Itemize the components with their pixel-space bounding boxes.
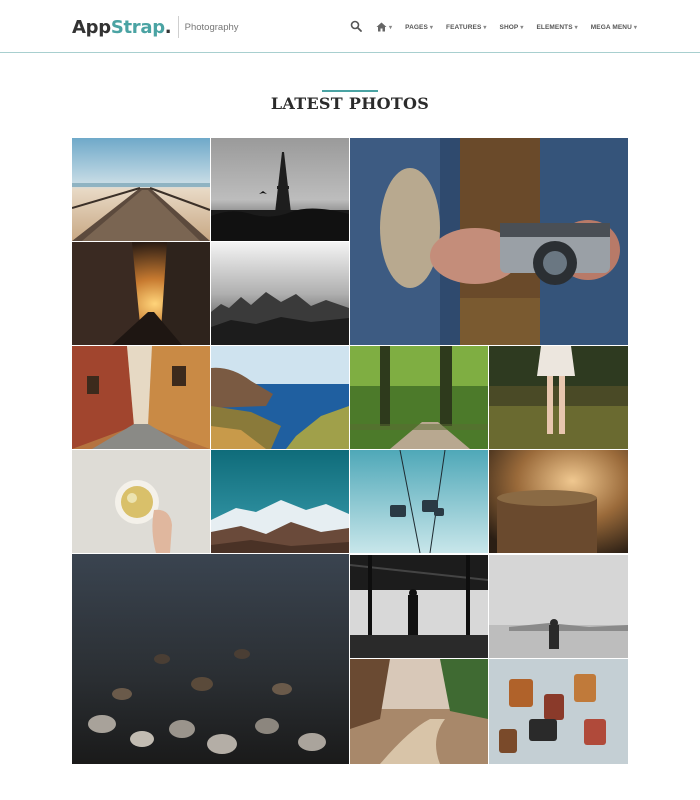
photo-cable-cars[interactable] (350, 450, 488, 553)
photo-camera-hands[interactable] (350, 138, 628, 345)
home-icon (376, 22, 387, 32)
photo-forest-road[interactable] (350, 346, 488, 449)
nav-item-label: ELEMENTS (536, 23, 573, 31)
brand-tagline: Photography (184, 21, 239, 33)
photo-river-stones[interactable] (72, 554, 349, 764)
photo-tree-stump-sunset[interactable] (489, 450, 628, 553)
brand-logo[interactable]: App Strap . Photography (72, 15, 239, 39)
photo-gallery (72, 138, 628, 764)
nav-item-label: MEGA MENU (590, 23, 632, 31)
brand-name: App (72, 16, 111, 38)
photo-love-padlocks[interactable] (489, 659, 628, 764)
photo-forest-path[interactable] (350, 659, 488, 764)
chevron-down-icon: ▾ (574, 24, 578, 31)
chevron-down-icon: ▾ (429, 24, 434, 31)
photo-eiffel-tower[interactable] (211, 138, 349, 241)
chevron-down-icon: ▾ (520, 24, 524, 31)
nav-item-label: SHOP (499, 23, 519, 31)
brand-divider (177, 16, 179, 38)
photo-coastal-cliffs[interactable] (211, 346, 349, 449)
nav-item-label: FEATURES (446, 23, 482, 31)
photo-city-skyline-fog[interactable] (211, 242, 349, 345)
nav-item-pages[interactable]: PAGES ▾ (405, 24, 433, 31)
photo-city-street-sunset[interactable] (72, 242, 210, 345)
nav-item-home[interactable]: ▾ (376, 22, 392, 32)
nav-item-shop[interactable]: SHOP ▾ (500, 24, 524, 31)
chevron-down-icon: ▾ (389, 24, 393, 31)
site-header: App Strap . Photography ▾ PAGES ▾ FEATUR… (0, 0, 700, 53)
photo-woman-in-field[interactable] (489, 346, 628, 449)
nav-item-features[interactable]: FEATURES ▾ (446, 24, 486, 31)
chevron-down-icon: ▾ (633, 24, 638, 31)
chevron-down-icon: ▾ (483, 24, 487, 31)
photo-snowy-mountains[interactable] (211, 450, 349, 553)
brand-dot: . (164, 16, 172, 38)
photo-pier[interactable] (72, 138, 210, 241)
photo-man-in-station[interactable] (350, 555, 488, 658)
search-icon[interactable] (350, 20, 364, 34)
main-nav: ▾ PAGES ▾ FEATURES ▾ SHOP ▾ ELEMENTS ▾ M… (350, 19, 650, 35)
photo-man-on-beach[interactable] (489, 555, 628, 658)
page-title: LATEST PHOTOS (270, 94, 430, 113)
title-accent-line (322, 90, 378, 92)
photo-old-town-alley[interactable] (72, 346, 210, 449)
nav-item-mega-menu[interactable]: MEGA MENU ▾ (591, 24, 637, 31)
nav-item-label: PAGES (405, 23, 428, 31)
photo-tea-cup[interactable] (72, 450, 210, 553)
nav-item-elements[interactable]: ELEMENTS ▾ (536, 24, 577, 31)
brand-name-accent: Strap (110, 16, 165, 38)
